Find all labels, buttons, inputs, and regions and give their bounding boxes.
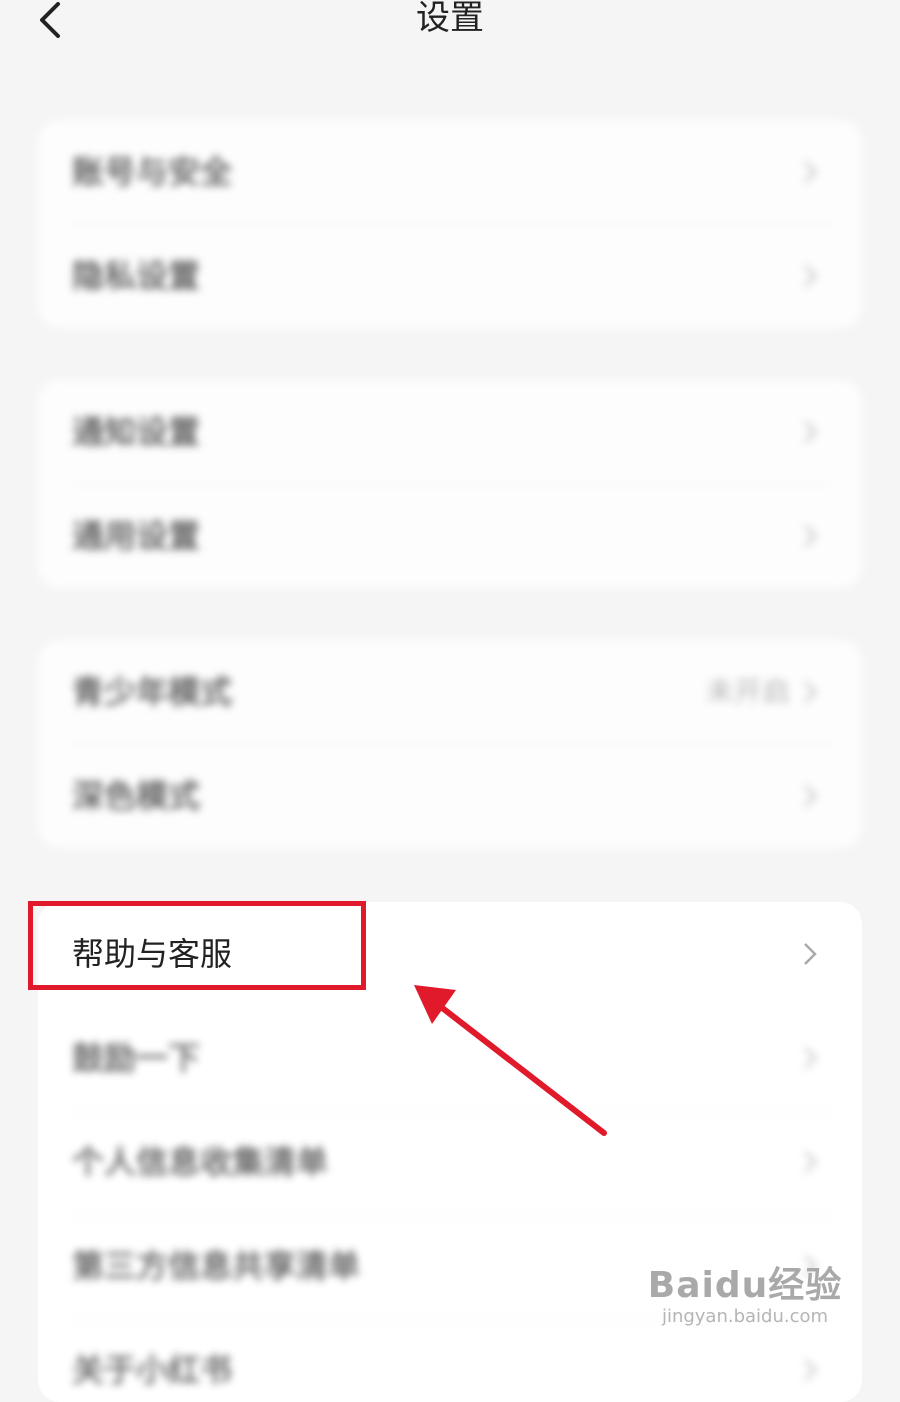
row-label: 青少年模式 [72,673,233,711]
chevron-right-icon [803,160,818,184]
row-label: 鼓励一下 [72,1039,201,1077]
chevron-right-icon [803,784,818,808]
row-label: 个人信息收集清单 [72,1143,329,1181]
row-value: 未开启 [705,675,790,708]
chevron-right-icon [803,420,818,444]
settings-row-personal-info-list[interactable]: 个人信息收集清单 [38,1110,862,1214]
settings-group-modes: 青少年模式 未开启 深色模式 [38,640,862,848]
chevron-right-icon [803,524,818,548]
annotation-highlight-box [28,901,366,990]
settings-row-notifications[interactable]: 通知设置 [38,380,862,484]
settings-group-general: 通知设置 通用设置 [38,380,862,588]
watermark-logo-text: Baidu经验 [647,1265,843,1306]
row-label: 隐私设置 [72,257,201,295]
chevron-right-icon [803,1150,818,1174]
page-title: 设置 [416,0,484,38]
watermark-url: jingyan.baidu.com [661,1306,829,1327]
settings-row-teen-mode[interactable]: 青少年模式 未开启 [38,640,862,744]
chevron-right-icon [803,1046,818,1070]
settings-group-account: 账号与安全 隐私设置 [38,120,862,328]
settings-row-account-security[interactable]: 账号与安全 [38,120,862,224]
row-label: 账号与安全 [72,153,233,191]
chevron-right-icon [803,1358,818,1382]
row-label: 关于小红书 [72,1351,233,1389]
chevron-right-icon [804,943,817,965]
settings-row-encourage[interactable]: 鼓励一下 [38,1006,862,1110]
settings-row-privacy[interactable]: 隐私设置 [38,224,862,328]
row-label: 第三方信息共享清单 [72,1247,361,1285]
settings-row-dark-mode[interactable]: 深色模式 [38,744,862,848]
chevron-right-icon [803,680,818,704]
chevron-right-icon [803,264,818,288]
settings-row-general[interactable]: 通用设置 [38,484,862,588]
row-label: 深色模式 [72,777,201,815]
row-label: 通用设置 [72,517,201,555]
top-bar: 设置 [0,0,900,60]
baidu-watermark: Baidu经验 jingyan.baidu.com [630,1248,860,1348]
row-label: 通知设置 [72,413,201,451]
